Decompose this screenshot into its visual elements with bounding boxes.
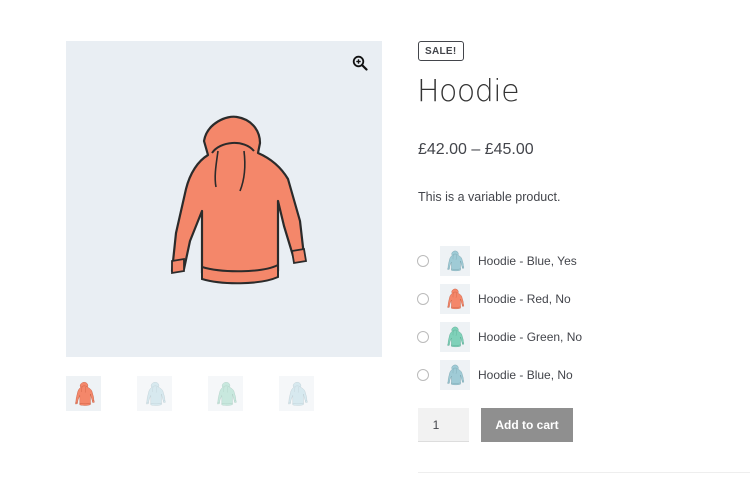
product-title: Hoodie [417, 74, 520, 109]
add-to-cart-button[interactable]: Add to cart [481, 408, 573, 442]
variation-option[interactable]: Hoodie - Red, No [416, 280, 716, 318]
gallery-thumbnails [66, 376, 314, 411]
zoom-icon[interactable] [352, 55, 368, 71]
hoodie-icon [447, 326, 465, 347]
hoodie-icon [447, 364, 465, 385]
variation-list: Hoodie - Blue, Yes Hoodie - Red, No Hood… [416, 242, 716, 394]
hoodie-image [170, 115, 308, 285]
hoodie-thumbnail-icon [74, 381, 95, 406]
gallery-thumbnail[interactable] [279, 376, 314, 411]
product-main-image[interactable] [66, 41, 382, 357]
sale-badge: SALE! [418, 41, 464, 61]
gallery-thumbnail[interactable] [66, 376, 101, 411]
add-to-cart-form: Add to cart [418, 408, 573, 442]
divider [418, 472, 750, 473]
hoodie-icon [447, 250, 465, 271]
gallery-thumbnail[interactable] [208, 376, 243, 411]
variation-image [440, 360, 470, 390]
variation-option[interactable]: Hoodie - Blue, Yes [416, 242, 716, 280]
variation-option[interactable]: Hoodie - Green, No [416, 318, 716, 356]
variation-radio[interactable] [417, 369, 429, 381]
variation-label: Hoodie - Blue, Yes [478, 254, 577, 268]
hoodie-icon [447, 288, 465, 309]
variation-radio[interactable] [417, 331, 429, 343]
variation-label: Hoodie - Red, No [478, 292, 571, 306]
variation-label: Hoodie - Blue, No [478, 368, 573, 382]
hoodie-thumbnail-icon [216, 381, 237, 406]
variation-label: Hoodie - Green, No [478, 330, 583, 344]
gallery-thumbnail[interactable] [137, 376, 172, 411]
product-price: £42.00 – £45.00 [418, 141, 534, 158]
variation-radio[interactable] [417, 255, 429, 267]
variation-image [440, 284, 470, 314]
variation-radio[interactable] [417, 293, 429, 305]
variation-image [440, 246, 470, 276]
quantity-input[interactable] [418, 408, 469, 442]
variation-option[interactable]: Hoodie - Blue, No [416, 356, 716, 394]
variation-image [440, 322, 470, 352]
hoodie-thumbnail-icon [145, 381, 166, 406]
hoodie-thumbnail-icon [287, 381, 308, 406]
product-description: This is a variable product. [418, 190, 561, 204]
